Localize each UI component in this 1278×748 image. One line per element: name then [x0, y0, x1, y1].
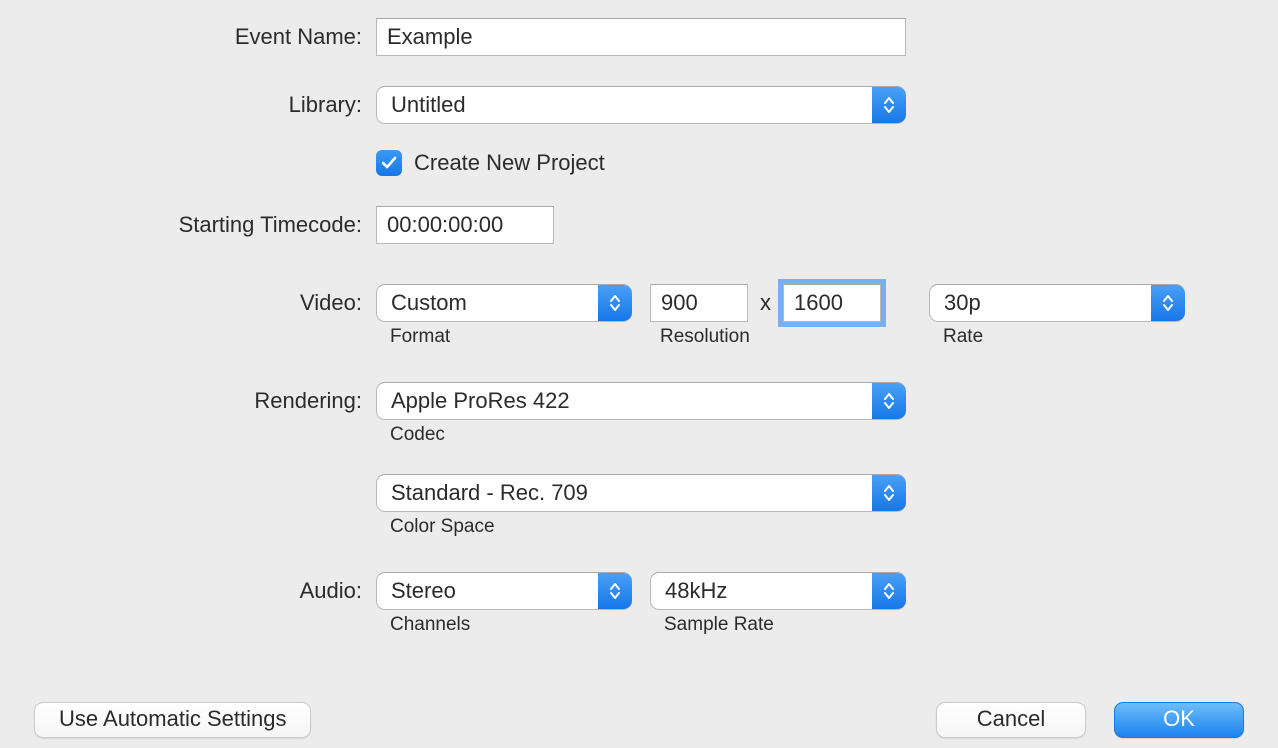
updown-arrows-icon: [1151, 284, 1185, 322]
video-rate-value: 30p: [930, 285, 1151, 322]
audio-samplerate-value: 48kHz: [651, 573, 872, 610]
updown-arrows-icon: [598, 572, 632, 610]
video-resolution-caption: Resolution: [650, 326, 881, 348]
video-height-input[interactable]: [783, 284, 881, 322]
video-format-select[interactable]: Custom: [376, 284, 632, 322]
library-select[interactable]: Untitled: [376, 86, 906, 124]
starting-timecode-label: Starting Timecode:: [0, 206, 376, 244]
rendering-colorspace-value: Standard - Rec. 709: [377, 475, 872, 512]
row-audio: Audio: Stereo Channels 48kHz: [0, 572, 1278, 636]
rendering-colorspace-stack: Standard - Rec. 709 Color Space: [376, 474, 906, 538]
starting-timecode-input[interactable]: [376, 206, 554, 244]
video-format-caption: Format: [376, 326, 632, 348]
row-library: Library: Untitled: [0, 86, 1278, 124]
audio-channels-value: Stereo: [377, 573, 598, 610]
dialog-footer: Use Automatic Settings Cancel OK: [0, 702, 1278, 738]
resolution-separator: x: [748, 284, 783, 322]
video-rate-select[interactable]: 30p: [929, 284, 1185, 322]
event-name-input[interactable]: [376, 18, 906, 56]
video-format-value: Custom: [377, 285, 598, 322]
row-event-name: Event Name:: [0, 18, 1278, 56]
rendering-codec-stack: Apple ProRes 422 Codec: [376, 382, 906, 446]
create-new-project-label: Create New Project: [414, 150, 605, 176]
audio-channels-select[interactable]: Stereo: [376, 572, 632, 610]
updown-arrows-icon: [598, 284, 632, 322]
audio-samplerate-select[interactable]: 48kHz: [650, 572, 906, 610]
video-rate-caption: Rate: [929, 326, 1185, 348]
use-automatic-settings-button[interactable]: Use Automatic Settings: [34, 702, 311, 738]
cancel-button[interactable]: Cancel: [936, 702, 1086, 738]
create-new-project-checkbox[interactable]: [376, 150, 402, 176]
ok-button[interactable]: OK: [1114, 702, 1244, 738]
video-format-stack: Custom Format: [376, 284, 632, 348]
audio-channels-caption: Channels: [376, 614, 632, 636]
audio-samplerate-caption: Sample Rate: [650, 614, 906, 636]
form-area: Event Name: Library: Untitled: [0, 14, 1278, 636]
rendering-codec-value: Apple ProRes 422: [377, 383, 872, 420]
library-select-value: Untitled: [377, 87, 872, 124]
rendering-colorspace-select[interactable]: Standard - Rec. 709: [376, 474, 906, 512]
audio-channels-stack: Stereo Channels: [376, 572, 632, 636]
video-width-input[interactable]: [650, 284, 748, 322]
updown-arrows-icon: [872, 572, 906, 610]
new-event-dialog: Event Name: Library: Untitled: [0, 0, 1278, 748]
video-label: Video:: [0, 284, 376, 322]
audio-samplerate-stack: 48kHz Sample Rate: [650, 572, 906, 636]
row-video: Video: Custom Format: [0, 284, 1278, 348]
rendering-codec-select[interactable]: Apple ProRes 422: [376, 382, 906, 420]
updown-arrows-icon: [872, 382, 906, 420]
updown-arrows-icon: [872, 86, 906, 124]
video-resolution-stack: x Resolution: [650, 284, 881, 348]
video-rate-stack: 30p Rate: [929, 284, 1185, 348]
row-rendering: Rendering: Apple ProRes 422 Codec Standa…: [0, 382, 1278, 538]
updown-arrows-icon: [872, 474, 906, 512]
event-name-label: Event Name:: [0, 18, 376, 56]
row-create-project: Create New Project: [0, 150, 1278, 176]
rendering-label: Rendering:: [0, 382, 376, 420]
audio-label: Audio:: [0, 572, 376, 610]
library-label: Library:: [0, 86, 376, 124]
rendering-codec-caption: Codec: [376, 424, 906, 446]
rendering-colorspace-caption: Color Space: [376, 516, 906, 538]
row-starting-timecode: Starting Timecode:: [0, 206, 1278, 244]
